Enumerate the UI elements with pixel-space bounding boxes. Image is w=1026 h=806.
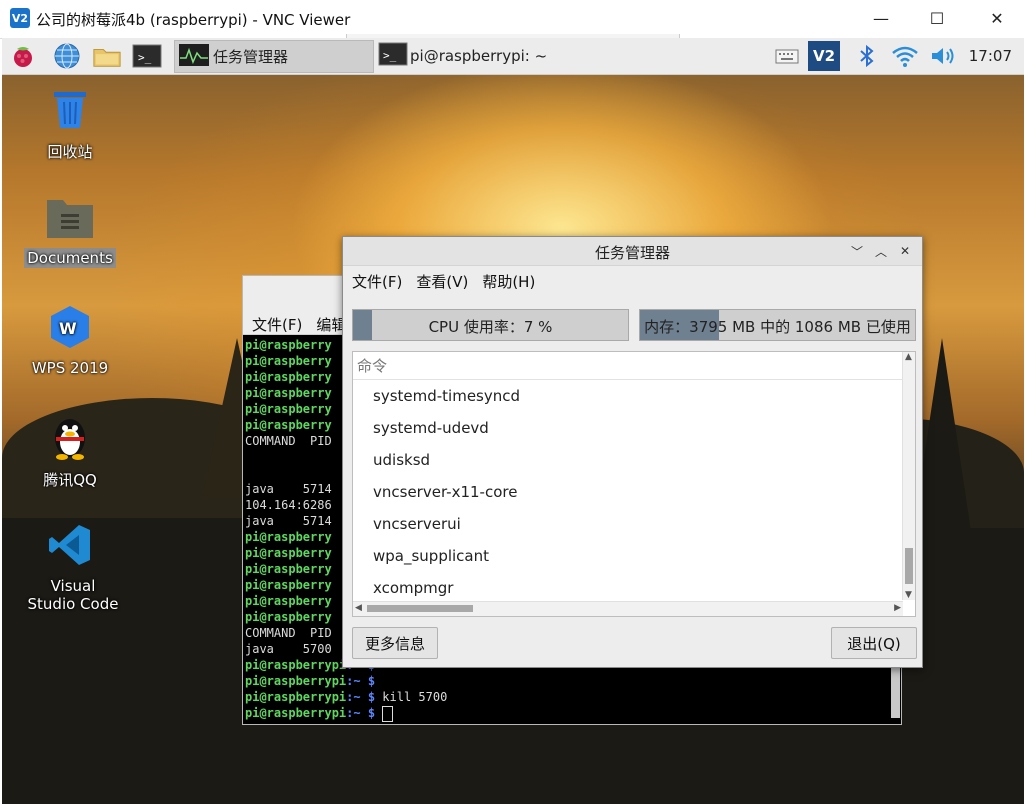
volume-icon[interactable] xyxy=(928,41,958,71)
folder-icon xyxy=(22,196,118,244)
terminal-cursor xyxy=(382,705,394,722)
process-row[interactable]: udisksd xyxy=(353,444,915,476)
terminal-launcher-icon[interactable]: >_ xyxy=(132,41,162,71)
memory-usage-label: 内存：3795 MB 中的 1086 MB 已使用 xyxy=(644,318,911,336)
menu-help[interactable]: 帮助(H) xyxy=(482,273,535,291)
taskbar-terminal[interactable]: >_ pi@raspberrypi: ~ xyxy=(374,40,574,71)
clock[interactable]: 17:07 xyxy=(969,47,1012,65)
terminal-scrollbar[interactable] xyxy=(891,668,900,718)
desktop-icon-vscode[interactable]: Visual Studio Code xyxy=(22,522,118,614)
svg-text:W: W xyxy=(59,319,77,338)
desktop-icon-label: Visual Studio Code xyxy=(27,577,119,613)
minimize-button[interactable]: — xyxy=(858,0,904,36)
process-list[interactable]: 命令 systemd-timesyncd systemd-udevd udisksd… xyxy=(352,351,916,617)
terminal-line: pi@raspberrypi:~ $ xyxy=(245,674,376,688)
process-row[interactable]: vncserverui xyxy=(353,508,915,540)
cpu-usage-bar: CPU 使用率：7 % xyxy=(352,309,629,341)
close-icon[interactable]: ✕ xyxy=(896,242,914,260)
taskbar-task-label: 任务管理器 xyxy=(213,48,289,66)
svg-text:>_: >_ xyxy=(383,49,397,62)
trash-icon xyxy=(22,88,118,136)
scroll-down-arrow-icon[interactable]: ▼ xyxy=(905,590,912,600)
process-row[interactable]: xcompmgr xyxy=(353,572,915,604)
chevron-down-icon[interactable]: ﹀ xyxy=(848,242,866,260)
taskbar-task-label: pi@raspberrypi: ~ xyxy=(410,46,548,65)
remote-desktop[interactable]: >_ 任务管理器 >_ pi@raspberrypi: ~ V2 17:07 回… xyxy=(2,38,1024,804)
hscroll-thumb[interactable] xyxy=(367,605,473,612)
vscode-icon xyxy=(22,522,118,572)
menu-view[interactable]: 查看(V) xyxy=(416,273,468,291)
desktop-icon-trash[interactable]: 回收站 xyxy=(22,88,118,163)
menu-file[interactable]: 文件(F) xyxy=(352,273,402,291)
wps-icon: W xyxy=(22,304,118,354)
process-row[interactable]: systemd-udevd xyxy=(353,412,915,444)
process-rows: systemd-timesyncd systemd-udevd udisksd vnc… xyxy=(353,380,915,604)
more-info-button[interactable]: 更多信息 xyxy=(352,627,438,659)
terminal-line: pi@raspberrypi:~ $ kill 5700 xyxy=(245,690,448,704)
taskbar-task-manager[interactable]: 任务管理器 xyxy=(174,40,374,73)
svg-text:>_: >_ xyxy=(138,51,152,64)
terminal-menu-file[interactable]: 文件(F) xyxy=(252,316,302,334)
process-row[interactable]: wpa_supplicant xyxy=(353,540,915,572)
cpu-usage-label: CPU 使用率：7 % xyxy=(428,318,553,336)
top-panel: >_ 任务管理器 >_ pi@raspberrypi: ~ V2 17:07 xyxy=(2,38,1024,75)
vscroll-thumb[interactable] xyxy=(905,548,913,584)
desktop-icon-label: 回收站 xyxy=(47,143,93,161)
vnc-window-title: 公司的树莓派4b (raspberrypi) - VNC Viewer xyxy=(36,11,351,29)
bluetooth-icon[interactable] xyxy=(852,41,882,71)
scroll-right-arrow-icon[interactable]: ▶ xyxy=(894,603,901,613)
task-manager-menubar: 文件(F) 查看(V) 帮助(H) xyxy=(352,271,549,292)
desktop-icon-label: WPS 2019 xyxy=(31,359,109,377)
column-header-command[interactable]: 命令 xyxy=(353,352,915,380)
memory-usage-bar: 内存：3795 MB 中的 1086 MB 已使用 xyxy=(639,309,916,341)
desktop-icon-label: 腾讯QQ xyxy=(43,471,97,489)
task-manager-window[interactable]: 任务管理器 ﹀ ︿ ✕ 文件(F) 查看(V) 帮助(H) CPU 使用率：7 % … xyxy=(342,236,923,668)
vnc-tray-icon[interactable]: V2 xyxy=(808,41,840,71)
file-manager-icon[interactable] xyxy=(92,41,122,71)
close-button[interactable]: ✕ xyxy=(974,0,1020,36)
task-manager-titlebar[interactable]: 任务管理器 ﹀ ︿ ✕ xyxy=(343,237,922,266)
scroll-left-arrow-icon[interactable]: ◀ xyxy=(355,603,362,613)
keyboard-icon[interactable] xyxy=(772,41,802,71)
process-row[interactable]: systemd-timesyncd xyxy=(353,380,915,412)
vnc-logo-icon: V2 xyxy=(10,8,30,28)
chevron-up-icon[interactable]: ︿ xyxy=(872,242,890,260)
wifi-icon[interactable] xyxy=(890,41,920,71)
scroll-up-arrow-icon[interactable]: ▲ xyxy=(905,352,912,362)
task-manager-graph-icon xyxy=(179,43,209,70)
process-list-hscrollbar[interactable]: ◀ ▶ xyxy=(353,601,903,616)
process-list-vscrollbar[interactable]: ▲ ▼ xyxy=(902,352,915,600)
desktop-icon-wps[interactable]: W WPS 2019 xyxy=(22,304,118,378)
desktop-icon-label: Documents xyxy=(24,248,116,268)
terminal-window-icon: >_ xyxy=(378,42,408,70)
qq-icon xyxy=(22,410,118,464)
browser-globe-icon[interactable] xyxy=(52,41,82,71)
process-row[interactable]: vncserver-x11-core xyxy=(353,476,915,508)
desktop-icon-qq[interactable]: 腾讯QQ xyxy=(22,410,118,491)
maximize-button[interactable]: ☐ xyxy=(914,0,960,36)
desktop-icon-documents[interactable]: Documents xyxy=(22,196,118,268)
quit-button[interactable]: 退出(Q) xyxy=(831,627,917,659)
task-manager-title: 任务管理器 xyxy=(594,244,670,262)
terminal-line: pi@raspberrypi:~ $ xyxy=(245,705,901,722)
raspberry-menu-icon[interactable] xyxy=(8,41,38,71)
